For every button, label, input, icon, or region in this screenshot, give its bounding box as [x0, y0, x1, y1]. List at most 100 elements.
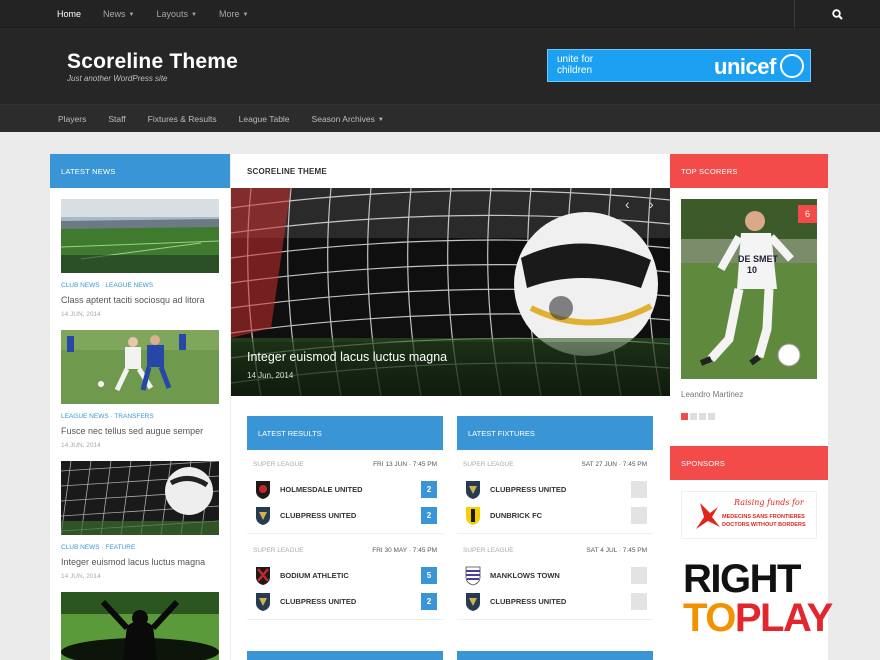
away-team: CLUBPRESS UNITED 2: [255, 592, 437, 612]
score-placeholder: [631, 507, 647, 524]
news-categories[interactable]: LEAGUE NEWS · TRANSFERS: [61, 413, 219, 420]
rtp-right: RIGHT: [683, 557, 801, 601]
main-nav: Players Staff Fixtures & Results League …: [0, 104, 880, 132]
news-thumbnail[interactable]: [61, 592, 219, 660]
nav-news-label: News: [103, 9, 126, 19]
dunbrick-crest-icon: [466, 507, 480, 525]
team-score: 2: [421, 481, 437, 498]
unicef-banner[interactable]: unite for children unicef: [547, 49, 811, 82]
home-team: BODIUM ATHLETIC 5: [255, 566, 437, 586]
nav-home[interactable]: Home: [57, 9, 81, 19]
next-widget-header: [247, 651, 443, 660]
latest-fixtures-widget: LATEST FIXTURES SUPER LEAGUE SAT 27 JUN …: [457, 416, 653, 660]
team-name[interactable]: HOLMESDALE UNITED: [280, 485, 363, 494]
news-title[interactable]: Class aptent taciti sociosqu ad litora: [61, 295, 219, 305]
banner-line-1: unite for: [557, 54, 594, 65]
team-name[interactable]: CLUBPRESS UNITED: [490, 597, 566, 606]
pager-dot[interactable]: [699, 413, 706, 420]
section-title: SCORELINE THEME: [247, 167, 327, 176]
latest-news-widget: LATEST NEWS CLUB NEWS · LEAGUE NEWS Clas…: [50, 154, 230, 660]
match-row[interactable]: SUPER LEAGUE FRI 13 JUN · 7:45 PM HOLMES…: [247, 456, 443, 534]
fixture-row[interactable]: SUPER LEAGUE SAT 27 JUN · 7:45 PM CLUBPR…: [457, 456, 653, 534]
news-title[interactable]: Integer euismod lacus luctus magna: [61, 557, 219, 567]
team-name[interactable]: CLUBPRESS UNITED: [280, 597, 356, 606]
msf-figure-icon: [696, 503, 720, 529]
team-name[interactable]: DUNBRICK FC: [490, 511, 542, 520]
news-item[interactable]: CLUB NEWS · LEAGUE NEWS Class aptent tac…: [61, 199, 219, 318]
bodium-crest-icon: [256, 567, 270, 585]
nav-staff[interactable]: Staff: [108, 114, 125, 124]
sidebar: TOP SCORERS DE SMET 10 6 Leandro Martine…: [670, 154, 833, 660]
match-row[interactable]: SUPER LEAGUE FRI 30 MAY · 7:45 PM BODIUM…: [247, 542, 443, 620]
ball-icon: [777, 343, 801, 367]
msf-sponsor-logo[interactable]: Raising funds for MEDECINS SANS FRONTIER…: [681, 491, 817, 539]
slide-date: 14 Jun, 2014: [247, 371, 294, 380]
nav-more[interactable]: More ▼: [219, 9, 248, 19]
slider-prev-icon[interactable]: ‹: [625, 196, 630, 212]
search-button[interactable]: [794, 0, 880, 28]
news-thumbnail[interactable]: [61, 461, 219, 535]
nav-fixtures[interactable]: Fixtures & Results: [148, 114, 217, 124]
manklows-crest-icon: [465, 566, 481, 586]
team-score: 5: [421, 567, 437, 584]
home-team: HOLMESDALE UNITED 2: [255, 480, 437, 500]
team-name[interactable]: CLUBPRESS UNITED: [490, 485, 566, 494]
pager-dot[interactable]: [690, 413, 697, 420]
pager-dot-active[interactable]: [681, 413, 688, 420]
news-categories[interactable]: CLUB NEWS · FEATURE: [61, 544, 219, 551]
nav-league-table[interactable]: League Table: [239, 114, 290, 124]
score-placeholder: [631, 481, 647, 498]
slider-next-icon[interactable]: ›: [649, 196, 654, 212]
team-score: 2: [421, 593, 437, 610]
news-item[interactable]: CLUB NEWS · FEATURE Integer euismod lacu…: [61, 461, 219, 580]
news-date: 14 JUN, 2014: [61, 442, 101, 449]
news-title[interactable]: Fusce nec tellus sed augue semper: [61, 426, 219, 436]
banner-brand: unicef: [714, 54, 776, 79]
news-categories[interactable]: CLUB NEWS · LEAGUE NEWS: [61, 282, 219, 289]
msf-tagline: Raising funds for: [734, 498, 804, 507]
chevron-down-icon: ▼: [242, 12, 249, 18]
rtp-play: PLAY: [734, 596, 834, 640]
nav-layouts-label: Layouts: [156, 9, 189, 19]
chevron-down-icon: ▼: [377, 116, 384, 123]
latest-results-widget: LATEST RESULTS SUPER LEAGUE FRI 13 JUN ·…: [247, 416, 443, 660]
featured-slider[interactable]: ‹ › Integer euismod lacus luctus magna 1…: [231, 188, 670, 396]
news-item[interactable]: LEAGUE NEWS · TRANSFERS Fusce nec tellus…: [61, 330, 219, 449]
slide-caption: Integer euismod lacus luctus magna 14 Ju…: [231, 342, 670, 396]
banner-slogan: unite for children: [557, 54, 593, 76]
news-thumbnail[interactable]: [61, 199, 219, 273]
nav-season-archives-label: Season Archives: [311, 113, 375, 124]
rtp-to: TO: [683, 596, 736, 640]
news-thumbnail[interactable]: [61, 330, 219, 404]
nav-news[interactable]: News ▼: [103, 9, 134, 19]
msf-name-en: DOCTORS WITHOUT BORDERS: [722, 522, 806, 528]
right-to-play-logo[interactable]: RIGHT TOPLAY: [681, 557, 833, 641]
away-team: CLUBPRESS UNITED: [465, 592, 647, 612]
slide-title[interactable]: Integer euismod lacus luctus magna: [247, 350, 447, 364]
shirt-number: 10: [747, 265, 758, 275]
site-title[interactable]: Scoreline Theme: [67, 50, 238, 74]
top-nav: Home News ▼ Layouts ▼ More ▼: [46, 0, 259, 28]
team-name[interactable]: BODIUM ATHLETIC: [280, 571, 349, 580]
clubpress-crest-icon: [466, 481, 480, 499]
team-score: 2: [421, 507, 437, 524]
clubpress-crest-icon: [466, 593, 480, 611]
team-name[interactable]: CLUBPRESS UNITED: [280, 511, 356, 520]
nav-season-archives[interactable]: Season Archives ▼: [312, 114, 384, 124]
shirt-text: DE SMET: [738, 254, 779, 264]
player-name[interactable]: Leandro Martinez: [681, 390, 743, 399]
scorer-pager: [681, 413, 717, 420]
player-photo[interactable]: DE SMET 10 6: [681, 199, 817, 379]
banner-line-2: children: [557, 65, 593, 76]
clubpress-crest-icon: [256, 593, 270, 611]
latest-results-heading: LATEST RESULTS: [247, 416, 443, 450]
team-name[interactable]: MANKLOWS TOWN: [490, 571, 560, 580]
latest-fixtures-heading: LATEST FIXTURES: [457, 416, 653, 450]
pager-dot[interactable]: [708, 413, 715, 420]
news-item[interactable]: [61, 592, 219, 660]
nav-players[interactable]: Players: [58, 114, 86, 124]
nav-layouts[interactable]: Layouts ▼: [156, 9, 196, 19]
clubpress-crest-icon: [256, 507, 270, 525]
sponsors-heading: SPONSORS: [670, 446, 828, 480]
fixture-row[interactable]: SUPER LEAGUE SAT 4 JUL · 7:45 PM MANKLOW…: [457, 542, 653, 620]
